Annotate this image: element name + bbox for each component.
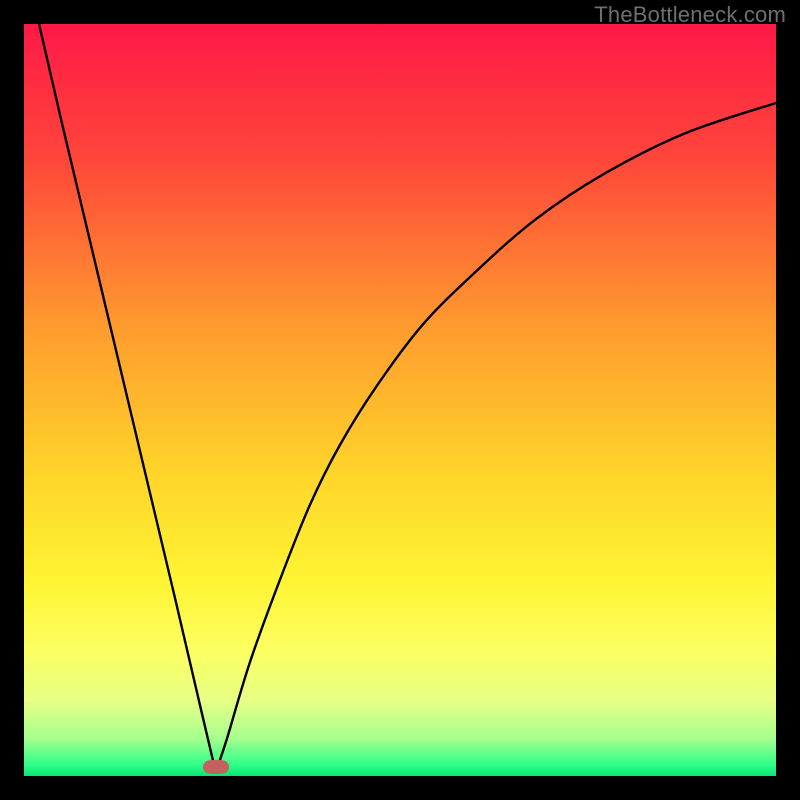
plot-svg [24, 24, 776, 776]
plot-area [24, 24, 776, 776]
chart-frame: TheBottleneck.com [0, 0, 800, 800]
minimum-marker [203, 760, 229, 774]
watermark-text: TheBottleneck.com [594, 2, 786, 28]
gradient-background [24, 24, 776, 776]
